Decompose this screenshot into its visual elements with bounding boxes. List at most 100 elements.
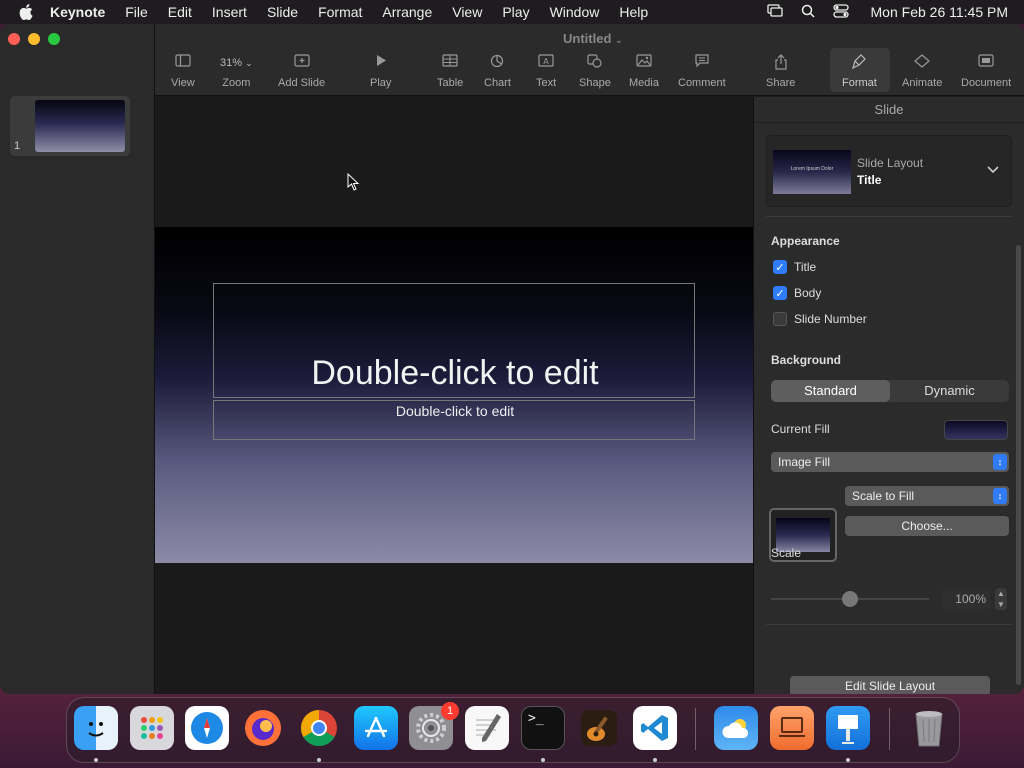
safari-icon[interactable] <box>185 706 229 750</box>
fill-type-popup[interactable]: Image Fill ↕ <box>771 452 1009 472</box>
finder-icon[interactable] <box>74 706 118 750</box>
chevron-down-icon[interactable] <box>987 163 999 177</box>
dynamic-segment[interactable]: Dynamic <box>890 380 1009 402</box>
slide-number-checkbox[interactable] <box>773 312 787 326</box>
slide[interactable]: Double-click to edit Double-click to edi… <box>155 227 753 563</box>
media-button[interactable]: Media <box>629 54 659 89</box>
menu-file[interactable]: File <box>125 4 148 20</box>
standard-segment[interactable]: Standard <box>771 380 890 402</box>
text-box-icon: A <box>538 54 554 72</box>
choose-image-button[interactable]: Choose... <box>845 516 1009 536</box>
text-label: Text <box>536 77 557 89</box>
photo-icon <box>636 54 652 72</box>
view-button[interactable]: View <box>171 54 195 89</box>
slide-canvas[interactable]: Double-click to edit Double-click to edi… <box>155 97 753 694</box>
screen-mirroring-icon[interactable] <box>766 4 783 20</box>
scale-stepper[interactable]: ▲ ▼ <box>995 588 1007 610</box>
text-button[interactable]: A Text <box>536 54 556 89</box>
garageband-icon[interactable] <box>577 706 621 750</box>
background-type-segmented-control[interactable]: Standard Dynamic <box>771 380 1009 402</box>
menu-edit[interactable]: Edit <box>168 4 192 20</box>
slide-number-checkbox-label: Slide Number <box>794 312 867 326</box>
running-indicator <box>846 758 850 762</box>
app-store-icon[interactable] <box>354 706 398 750</box>
menu-slide[interactable]: Slide <box>267 4 298 20</box>
chevron-down-icon: ⌄ <box>245 58 253 68</box>
chart-icon <box>490 54 504 72</box>
body-placeholder-text[interactable]: Double-click to edit <box>214 403 696 419</box>
trash-icon[interactable] <box>907 706 951 750</box>
title-checkbox[interactable]: ✓ <box>773 260 787 274</box>
animate-button[interactable]: Animate <box>902 54 942 89</box>
vscode-icon[interactable] <box>633 706 677 750</box>
minimize-window-button[interactable] <box>28 33 40 45</box>
appearance-body-option[interactable]: ✓ Body <box>773 286 821 300</box>
current-fill-swatch[interactable] <box>944 420 1008 440</box>
control-center-icon[interactable] <box>832 3 849 21</box>
body-placeholder-box[interactable]: Double-click to edit <box>213 400 695 440</box>
play-icon <box>375 54 387 72</box>
slide-layout-label: Slide Layout <box>857 156 924 170</box>
share-icon <box>774 54 788 72</box>
scale-slider-knob[interactable] <box>842 591 858 607</box>
zoom-window-button[interactable] <box>48 33 60 45</box>
share-button[interactable]: Share <box>766 54 795 89</box>
body-checkbox[interactable]: ✓ <box>773 286 787 300</box>
zoom-dropdown[interactable]: 31% ⌄ <box>216 54 257 72</box>
inspector-scrollbar[interactable] <box>1016 245 1021 685</box>
appearance-title-option[interactable]: ✓ Title <box>773 260 816 274</box>
slide-layout-picker[interactable]: Lorem Ipsum Dolor Slide Layout Title <box>766 135 1012 207</box>
keynote-icon[interactable] <box>826 706 870 750</box>
format-button[interactable]: Format <box>842 54 877 89</box>
launchpad-icon[interactable] <box>130 706 174 750</box>
shape-button[interactable]: Shape <box>579 54 611 89</box>
scale-mode-popup[interactable]: Scale to Fill ↕ <box>845 486 1009 506</box>
menu-insert[interactable]: Insert <box>212 4 247 20</box>
menu-view[interactable]: View <box>452 4 482 20</box>
menu-arrange[interactable]: Arrange <box>382 4 432 20</box>
title-placeholder-box[interactable]: Double-click to edit <box>213 283 695 398</box>
firefox-icon[interactable] <box>241 706 285 750</box>
scale-value-field[interactable]: 100% <box>942 589 990 609</box>
add-slide-button[interactable]: Add Slide <box>278 54 325 89</box>
zoom-control[interactable]: 31% ⌄ Zoom <box>216 54 257 89</box>
menu-clock[interactable]: Mon Feb 26 11:45 PM <box>871 4 1008 20</box>
menu-play[interactable]: Play <box>502 4 529 20</box>
title-placeholder-text[interactable]: Double-click to edit <box>214 354 696 393</box>
document-label: Document <box>961 77 1012 89</box>
document-title[interactable]: Untitled ⌄ <box>563 31 623 46</box>
shape-icon <box>587 54 603 72</box>
menu-help[interactable]: Help <box>619 4 648 20</box>
table-button[interactable]: Table <box>437 54 463 89</box>
terminal-icon[interactable]: >_ <box>521 706 565 750</box>
up-down-arrows-icon: ↕ <box>993 454 1007 470</box>
layout-thumbnail: Lorem Ipsum Dolor <box>773 150 851 194</box>
spotlight-search-icon[interactable] <box>801 4 815 21</box>
document-button[interactable]: Document <box>961 54 1011 89</box>
zoom-value: 31% <box>220 57 243 69</box>
fill-type-value: Image Fill <box>778 455 831 469</box>
close-window-button[interactable] <box>8 33 20 45</box>
chrome-icon[interactable] <box>297 706 341 750</box>
slide-thumbnail-image[interactable] <box>35 100 125 152</box>
running-indicator <box>653 758 657 762</box>
up-down-arrows-icon: ↕ <box>993 488 1007 504</box>
table-icon <box>442 54 458 72</box>
weather-icon[interactable] <box>714 706 758 750</box>
menu-format[interactable]: Format <box>318 4 362 20</box>
keynote-remote-icon[interactable] <box>770 706 814 750</box>
appearance-slide-number-option[interactable]: Slide Number <box>773 312 867 326</box>
chart-label: Chart <box>484 77 511 89</box>
textedit-icon[interactable] <box>465 706 509 750</box>
menu-window[interactable]: Window <box>550 4 600 20</box>
play-button[interactable]: Play <box>370 54 391 89</box>
slide-navigator: 1 <box>0 24 155 694</box>
menu-app-name[interactable]: Keynote <box>50 4 105 20</box>
edit-slide-layout-button[interactable]: Edit Slide Layout <box>790 676 990 694</box>
keynote-window: 1 Untitled ⌄ View 31% ⌄ Zoom Add Slide P… <box>0 24 1024 694</box>
slide-layout-value: Title <box>857 173 882 187</box>
comment-button[interactable]: Comment <box>678 54 726 89</box>
chart-button[interactable]: Chart <box>484 54 511 89</box>
dock: 1 >_ <box>66 697 960 763</box>
apple-icon[interactable] <box>16 2 36 22</box>
